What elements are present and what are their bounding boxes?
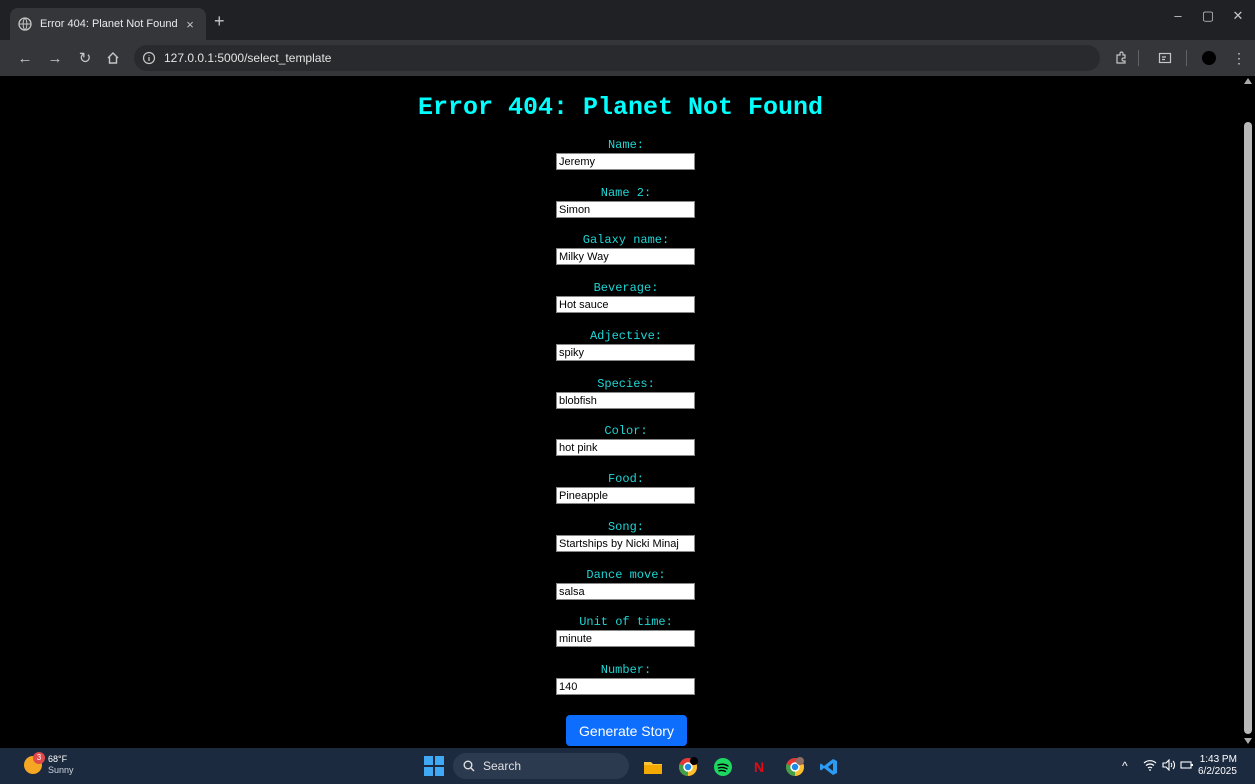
taskbar-search[interactable]: Search: [453, 753, 629, 779]
page-scrollbar[interactable]: [1241, 76, 1255, 748]
field-label: Beverage:: [593, 281, 659, 295]
name-input[interactable]: [556, 153, 695, 170]
extensions-icon[interactable]: [1112, 49, 1130, 67]
minimize-button[interactable]: –: [1164, 8, 1192, 23]
field-label: Dance move:: [586, 568, 666, 582]
vscode-icon[interactable]: [818, 756, 840, 778]
generate-story-button[interactable]: Generate Story: [566, 715, 687, 746]
field-label: Name:: [607, 138, 644, 152]
field-label: Song:: [607, 520, 644, 534]
site-info-icon[interactable]: [142, 51, 156, 65]
windows-taskbar: 3 68°F Sunny Search N ^ 1:43 PM 6/2/2025: [0, 748, 1255, 784]
restore-button[interactable]: ▢: [1194, 8, 1222, 24]
browser-tab[interactable]: Error 404: Planet Not Found ×: [10, 8, 206, 40]
chrome-profile-icon[interactable]: [784, 756, 806, 778]
volume-icon[interactable]: [1162, 758, 1176, 774]
page-content: Error 404: Planet Not Found Name: Name 2…: [0, 76, 1241, 748]
system-clock[interactable]: 1:43 PM 6/2/2025: [1198, 754, 1237, 778]
field-label: Galaxy name:: [582, 233, 670, 247]
netflix-icon[interactable]: N: [748, 756, 770, 778]
weather-condition: Sunny: [48, 765, 74, 775]
form-field-name-2: Name 2:: [556, 187, 696, 218]
field-label: Number:: [600, 663, 652, 677]
species-input[interactable]: [556, 392, 695, 409]
weather-widget[interactable]: 3 68°F Sunny: [24, 752, 74, 776]
windows-start-icon[interactable]: [424, 756, 444, 776]
spotify-icon[interactable]: [712, 756, 734, 778]
tab-title: Error 404: Planet Not Found: [40, 18, 178, 30]
field-label: Name 2:: [600, 186, 652, 200]
clock-date: 6/2/2025: [1198, 766, 1237, 777]
field-label: Color:: [604, 424, 648, 438]
weather-temp: 68°F: [48, 754, 68, 764]
new-tab-button[interactable]: +: [214, 11, 225, 31]
food-input[interactable]: [556, 487, 695, 504]
reload-icon[interactable]: ↻: [76, 49, 94, 67]
search-icon: [463, 760, 475, 772]
form-field-unit-of-time: Unit of time:: [556, 616, 696, 647]
form-field-song: Song:: [556, 521, 696, 552]
wifi-icon[interactable]: [1143, 759, 1157, 774]
show-hidden-icons-chevron-icon[interactable]: ^: [1122, 759, 1128, 773]
form-field-name: Name:: [556, 139, 696, 170]
field-label: Species:: [597, 377, 655, 391]
page-title: Error 404: Planet Not Found: [417, 93, 824, 122]
search-label: Search: [483, 759, 522, 773]
forward-arrow-icon[interactable]: →: [46, 49, 64, 67]
home-icon[interactable]: [104, 49, 122, 67]
field-label: Adjective:: [589, 329, 662, 343]
scroll-down-arrow-icon[interactable]: [1244, 738, 1252, 744]
battery-icon[interactable]: [1180, 759, 1194, 774]
file-explorer-icon[interactable]: [642, 756, 664, 778]
unit-of-time-input[interactable]: [556, 630, 695, 647]
form-field-food: Food:: [556, 473, 696, 504]
form-field-adjective: Adjective:: [556, 330, 696, 361]
toolbar-divider: [1186, 50, 1187, 66]
scroll-up-arrow-icon[interactable]: [1244, 78, 1252, 84]
scroll-thumb[interactable]: [1244, 122, 1252, 734]
galaxy-name-input[interactable]: [556, 248, 695, 265]
form-field-beverage: Beverage:: [556, 282, 696, 313]
field-label: Unit of time:: [579, 615, 673, 629]
url-text: 127.0.0.1:5000/select_template: [164, 51, 332, 65]
form-field-galaxy-name: Galaxy name:: [556, 234, 696, 265]
form-field-number: Number:: [556, 664, 696, 695]
adjective-input[interactable]: [556, 344, 695, 361]
sun-icon: 3: [24, 752, 45, 774]
song-input[interactable]: [556, 535, 695, 552]
beverage-input[interactable]: [556, 296, 695, 313]
form-field-dance-move: Dance move:: [556, 569, 696, 600]
clock-time: 1:43 PM: [1199, 754, 1237, 765]
form-field-species: Species:: [556, 378, 696, 409]
toolbar-divider: [1138, 50, 1139, 66]
tab-close-icon[interactable]: ×: [182, 17, 198, 32]
name-2-input[interactable]: [556, 201, 695, 218]
menu-kebab-icon[interactable]: ⋮: [1230, 49, 1248, 67]
back-arrow-icon[interactable]: ←: [16, 49, 34, 67]
reading-mode-icon[interactable]: [1156, 49, 1174, 67]
address-bar[interactable]: 127.0.0.1:5000/select_template: [134, 45, 1100, 71]
globe-icon: [18, 17, 32, 31]
close-window-button[interactable]: ✕: [1224, 8, 1252, 24]
color-input[interactable]: [556, 439, 695, 456]
notification-badge: 3: [33, 752, 45, 764]
browser-tab-bar: Error 404: Planet Not Found × + – ▢ ✕: [0, 0, 1255, 40]
number-input[interactable]: [556, 678, 695, 695]
profile-avatar[interactable]: [1200, 49, 1218, 67]
dance-move-input[interactable]: [556, 583, 695, 600]
field-label: Food:: [607, 472, 644, 486]
form-field-color: Color:: [556, 425, 696, 456]
chrome-icon[interactable]: [677, 756, 699, 778]
